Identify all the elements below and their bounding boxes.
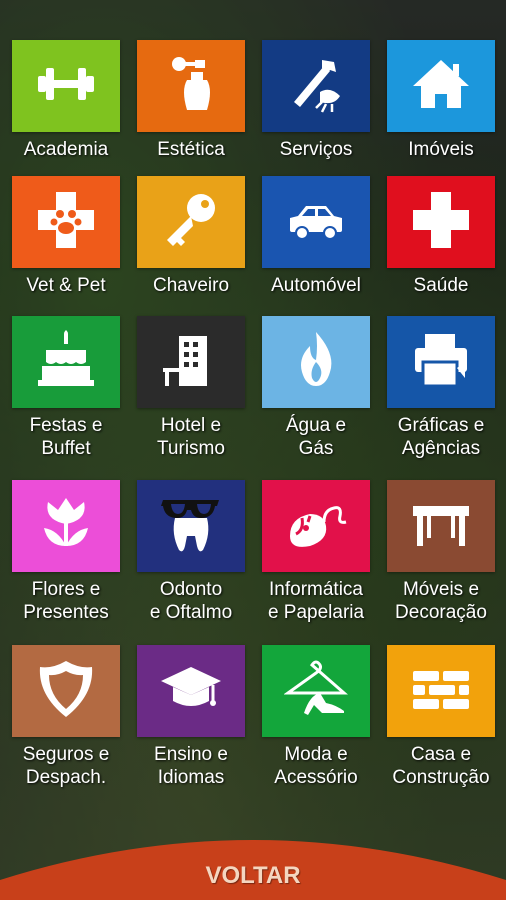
- category-label: Vet & Pet: [26, 275, 106, 296]
- category-icon-box: [12, 176, 120, 268]
- table-icon: [409, 492, 473, 561]
- category-label: Flores e Presentes: [23, 579, 109, 623]
- category-label: Informática e Papelaria: [267, 579, 365, 623]
- house-icon: [409, 52, 473, 121]
- category-icon-box: [387, 316, 495, 408]
- category-icon-box: [137, 480, 245, 572]
- car-icon: [284, 188, 348, 257]
- category-icon-box: [262, 40, 370, 132]
- category-tile[interactable]: Saúde: [387, 176, 495, 297]
- category-label: Estética: [157, 139, 225, 160]
- dumbbell-icon: [34, 52, 98, 121]
- shield-icon: [34, 657, 98, 726]
- tulip-icon: [34, 492, 98, 561]
- printer-icon: [409, 328, 473, 397]
- category-tile[interactable]: Casa e Construção: [387, 645, 495, 789]
- category-label: Imóveis: [408, 139, 474, 160]
- category-tile[interactable]: Ensino e Idiomas: [137, 645, 245, 789]
- hotel-icon: [159, 328, 223, 397]
- category-tile[interactable]: Festas e Buffet: [12, 316, 120, 460]
- mouse-icon: [284, 492, 348, 561]
- category-tile[interactable]: Chaveiro: [137, 176, 245, 297]
- category-icon-box: [12, 40, 120, 132]
- graduation-cap-icon: [159, 657, 223, 726]
- category-icon-box: [262, 176, 370, 268]
- category-icon-box: [137, 645, 245, 737]
- category-tile[interactable]: Academia: [12, 40, 120, 161]
- category-tile[interactable]: Água e Gás: [262, 316, 370, 460]
- category-tile[interactable]: Estética: [137, 40, 245, 161]
- category-icon-box: [387, 40, 495, 132]
- category-label: Odonto e Oftalmo: [149, 579, 233, 623]
- category-tile[interactable]: Serviços: [262, 40, 370, 161]
- category-tile[interactable]: Vet & Pet: [12, 176, 120, 297]
- category-icon-box: [12, 316, 120, 408]
- category-label: Ensino e Idiomas: [154, 744, 228, 788]
- category-tile[interactable]: Moda e Acessório: [262, 645, 370, 789]
- paw-cross-icon: [34, 188, 98, 257]
- category-icon-box: [387, 645, 495, 737]
- category-tile[interactable]: Hotel e Turismo: [137, 316, 245, 460]
- key-icon: [159, 188, 223, 257]
- category-tile[interactable]: Móveis e Decoração: [387, 480, 495, 624]
- category-tile[interactable]: Flores e Presentes: [12, 480, 120, 624]
- category-label: Academia: [23, 139, 109, 160]
- category-tile[interactable]: Automóvel: [262, 176, 370, 297]
- category-icon-box: [387, 176, 495, 268]
- health-cross-icon: [409, 188, 473, 257]
- tooth-glasses-icon: [159, 492, 223, 561]
- back-button-label: VOLTAR: [205, 862, 301, 889]
- category-tile[interactable]: Imóveis: [387, 40, 495, 161]
- category-tile[interactable]: Informática e Papelaria: [262, 480, 370, 624]
- category-icon-box: [137, 40, 245, 132]
- category-label: Festas e Buffet: [29, 415, 103, 459]
- category-label: Gráficas e Agências: [397, 415, 485, 459]
- hanger-heel-icon: [283, 657, 348, 726]
- category-icon-box: [262, 645, 370, 737]
- category-tile[interactable]: Gráficas e Agências: [387, 316, 495, 460]
- category-label: Serviços: [279, 139, 353, 160]
- category-icon-box: [12, 480, 120, 572]
- category-label: Chaveiro: [152, 275, 230, 296]
- flame-icon: [284, 328, 348, 397]
- category-label: Moda e Acessório: [274, 744, 358, 788]
- category-icon-box: [137, 176, 245, 268]
- tools-icon: [284, 52, 348, 121]
- category-label: Saúde: [413, 275, 469, 296]
- category-label: Casa e Construção: [392, 744, 490, 788]
- category-label: Seguros e Despach.: [22, 744, 110, 788]
- category-tile[interactable]: Odonto e Oftalmo: [137, 480, 245, 624]
- category-tile[interactable]: Seguros e Despach.: [12, 645, 120, 789]
- category-icon-box: [262, 480, 370, 572]
- bricks-icon: [409, 657, 473, 726]
- perfume-icon: [159, 52, 223, 121]
- category-label: Móveis e Decoração: [395, 579, 487, 623]
- category-icon-box: [387, 480, 495, 572]
- category-label: Hotel e Turismo: [157, 415, 225, 459]
- category-icon-box: [12, 645, 120, 737]
- category-label: Automóvel: [271, 275, 361, 296]
- category-icon-box: [137, 316, 245, 408]
- category-label: Água e Gás: [285, 415, 347, 459]
- back-button[interactable]: VOLTAR: [0, 810, 506, 900]
- cake-icon: [34, 328, 98, 397]
- category-icon-box: [262, 316, 370, 408]
- category-grid: Academia Estética Serviços Imóveis Vet & Pet…: [0, 0, 506, 820]
